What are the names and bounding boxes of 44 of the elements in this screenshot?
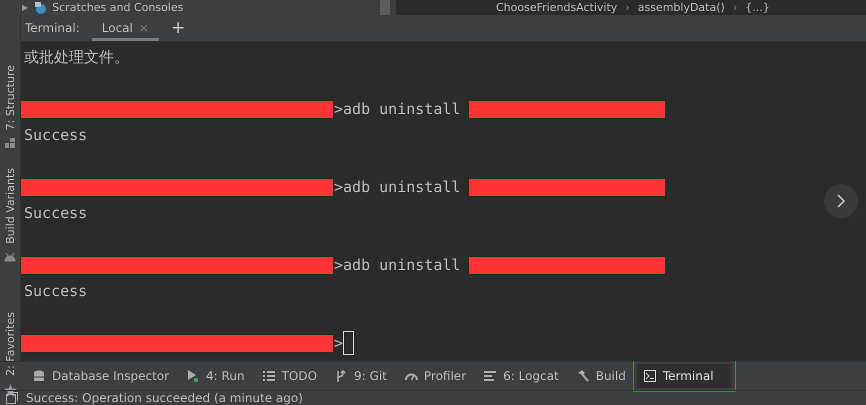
scroll-right-button[interactable] bbox=[824, 184, 858, 218]
panel-title: Terminal: bbox=[25, 20, 80, 37]
side-tool-tab[interactable]: 7: Structure bbox=[4, 65, 16, 130]
tool-window-button[interactable]: 4: Run bbox=[180, 364, 252, 388]
star-icon bbox=[4, 384, 16, 398]
list-icon bbox=[262, 370, 276, 382]
chevron-icon: › bbox=[732, 0, 738, 14]
output-line: Success bbox=[23, 126, 88, 144]
tool-window-button[interactable]: 9: Git bbox=[328, 364, 394, 388]
branch-icon bbox=[335, 370, 348, 382]
database-icon bbox=[33, 370, 46, 382]
android-icon bbox=[4, 252, 16, 262]
tool-window-button[interactable]: Terminal bbox=[636, 364, 732, 388]
breadcrumb[interactable]: {...} bbox=[745, 0, 770, 14]
command-text: >adb uninstall bbox=[333, 256, 462, 274]
scrollbar-thumb[interactable] bbox=[380, 0, 390, 15]
tool-window-button[interactable]: Database Inspector bbox=[26, 364, 176, 388]
scratch-icon bbox=[34, 2, 46, 14]
tool-window-button[interactable]: Build bbox=[570, 364, 633, 388]
tool-window-button[interactable]: TODO bbox=[256, 364, 324, 388]
hammer-icon bbox=[576, 370, 590, 382]
output-line: Success bbox=[23, 204, 88, 222]
tree-arrow[interactable]: ▶ bbox=[22, 0, 28, 14]
chevron-right-icon bbox=[836, 194, 846, 208]
status-icon[interactable] bbox=[6, 392, 18, 404]
tool-window-button[interactable]: 6: Logcat bbox=[477, 364, 566, 388]
blocks-icon bbox=[5, 138, 15, 148]
tool-window-button[interactable]: Profiler bbox=[398, 364, 474, 388]
add-tab-button[interactable]: + bbox=[170, 15, 186, 41]
breadcrumb[interactable]: ChooseFriendsActivity bbox=[496, 0, 618, 14]
command-text: >adb uninstall bbox=[333, 178, 462, 196]
play-icon bbox=[187, 370, 200, 382]
tree-item[interactable]: Scratches and Consoles bbox=[52, 0, 184, 14]
chevron-icon: › bbox=[625, 0, 630, 14]
command-text: > bbox=[333, 334, 344, 352]
breadcrumb[interactable]: assemblyData() bbox=[638, 0, 725, 14]
status-message: Success: Operation succeeded (a minute ago) bbox=[26, 391, 303, 405]
side-tool-tab[interactable]: Build Variants bbox=[4, 168, 16, 244]
output-line: Success bbox=[23, 282, 88, 300]
lines-icon bbox=[484, 370, 498, 382]
side-tool-tab[interactable]: 2: Favorites bbox=[4, 312, 16, 376]
terminal-icon bbox=[644, 370, 657, 382]
command-text: >adb uninstall bbox=[333, 100, 462, 118]
output-line: 或批处理文件。 bbox=[23, 48, 129, 66]
